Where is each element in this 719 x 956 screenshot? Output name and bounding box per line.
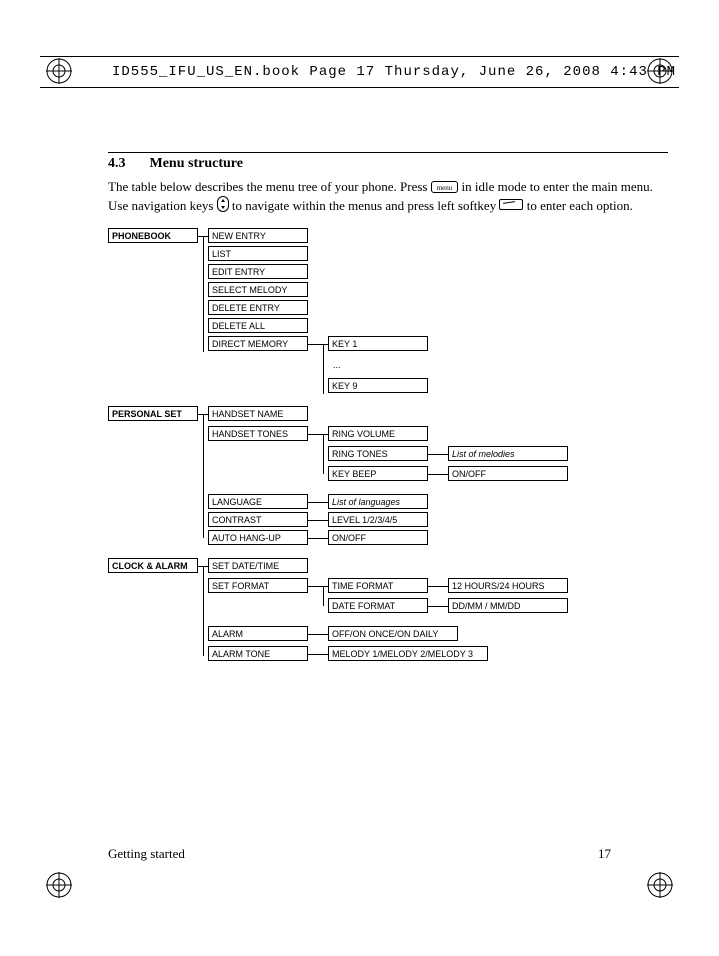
print-header: ID555_IFU_US_EN.book Page 17 Thursday, J… — [40, 56, 679, 88]
menu-item: KEY 1 — [328, 336, 428, 351]
menu-value: MELODY 1/MELODY 2/MELODY 3 — [328, 646, 488, 661]
menu-key-icon: menu — [431, 181, 459, 193]
menu-value: ON/OFF — [448, 466, 568, 481]
menu-item: DIRECT MEMORY — [208, 336, 308, 351]
menu-item: RING TONES — [328, 446, 428, 461]
section-heading: 4.3 Menu structure — [108, 152, 668, 172]
section-number: 4.3 — [108, 156, 126, 172]
menu-item: ALARM — [208, 626, 308, 641]
menu-value: OFF/ON ONCE/ON DAILY — [328, 626, 458, 641]
section-title: Menu structure — [150, 156, 243, 172]
crop-mark-icon — [46, 872, 72, 898]
softkey-icon — [499, 199, 523, 210]
menu-item: ALARM TONE — [208, 646, 308, 661]
menu-item: LANGUAGE — [208, 494, 308, 509]
menu-item: TIME FORMAT — [328, 578, 428, 593]
crop-mark-icon — [647, 872, 673, 898]
menu-item: DELETE ENTRY — [208, 300, 308, 315]
menu-item: SET DATE/TIME — [208, 558, 308, 573]
menu-item: SELECT MELODY — [208, 282, 308, 297]
root-phonebook: PHONEBOOK — [108, 228, 198, 243]
menu-item: DELETE ALL — [208, 318, 308, 333]
footer-section: Getting started — [108, 846, 185, 862]
menu-value: DD/MM / MM/DD — [448, 598, 568, 613]
menu-item: AUTO HANG-UP — [208, 530, 308, 545]
menu-value: List of languages — [328, 494, 428, 509]
menu-value: List of melodies — [448, 446, 568, 461]
menu-item: EDIT ENTRY — [208, 264, 308, 279]
header-file-info: ID555_IFU_US_EN.book Page 17 Thursday, J… — [112, 64, 676, 80]
menu-tree: PHONEBOOK NEW ENTRY LIST EDIT ENTRY SELE… — [108, 228, 668, 748]
menu-item: HANDSET TONES — [208, 426, 308, 441]
menu-item: SET FORMAT — [208, 578, 308, 593]
menu-item: LIST — [208, 246, 308, 261]
root-personal-set: PERSONAL SET — [108, 406, 198, 421]
intro-paragraph: The table below describes the menu tree … — [108, 178, 668, 214]
menu-item: NEW ENTRY — [208, 228, 308, 243]
page-footer: Getting started 17 — [108, 846, 611, 862]
nav-key-icon — [217, 196, 229, 212]
menu-value: LEVEL 1/2/3/4/5 — [328, 512, 428, 527]
menu-item: CONTRAST — [208, 512, 308, 527]
menu-item: DATE FORMAT — [328, 598, 428, 613]
menu-value: 12 HOURS/24 HOURS — [448, 578, 568, 593]
menu-item: HANDSET NAME — [208, 406, 308, 421]
menu-item: RING VOLUME — [328, 426, 428, 441]
ellipsis: ... — [333, 360, 341, 370]
menu-value: ON/OFF — [328, 530, 428, 545]
menu-item: KEY BEEP — [328, 466, 428, 481]
menu-item: KEY 9 — [328, 378, 428, 393]
page-number: 17 — [598, 846, 611, 862]
root-clock-alarm: CLOCK & ALARM — [108, 558, 198, 573]
